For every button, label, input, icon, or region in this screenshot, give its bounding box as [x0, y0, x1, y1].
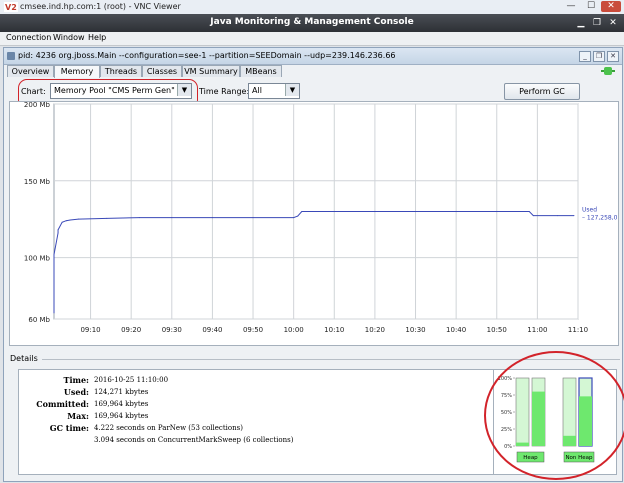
app-title: Java Monitoring & Management Console — [210, 17, 414, 27]
connection-status-icon — [601, 67, 615, 75]
used-data-point — [53, 312, 55, 314]
memory-chart-panel: 09:10 09:20 09:30 09:40 09:50 10:00 10:10 10:20… — [9, 101, 624, 346]
x-tick-label: 10:30 — [405, 326, 425, 334]
menu-window[interactable]: Window — [53, 33, 85, 42]
used-data-point — [211, 217, 213, 219]
tab-mbeans[interactable]: MBeans — [240, 65, 282, 77]
vnc-logo-icon: V2 — [4, 2, 18, 12]
x-tick-label: 10:50 — [487, 326, 507, 334]
used-data-point — [138, 217, 140, 219]
connection-title: pid: 4236 org.jboss.Main --configuration… — [18, 51, 396, 60]
x-tick-label: 11:10 — [568, 326, 588, 334]
x-tick-label: 09:10 — [80, 326, 100, 334]
app-minimize-icon[interactable]: ▁ — [576, 18, 586, 28]
used-data-point — [528, 211, 530, 212]
frame-icon — [7, 52, 15, 60]
gc-time-parnew: 4.222 seconds on ParNew (53 collections) — [94, 424, 243, 432]
tab-threads[interactable]: Threads — [100, 65, 142, 77]
used-data-point — [106, 217, 108, 219]
used-data-point — [77, 218, 79, 220]
x-tick-label: 09:40 — [202, 326, 222, 334]
max-label: Max: — [67, 411, 89, 421]
minimize-button[interactable]: — — [562, 1, 580, 12]
time-range-select[interactable]: All ▼ — [248, 83, 300, 99]
app-restore-icon[interactable]: ❐ — [592, 18, 602, 28]
used-label: Used: — [63, 387, 89, 397]
committed-value: 169,964 kbytes — [94, 400, 149, 408]
tab-overview[interactable]: Overview — [7, 65, 54, 77]
close-button[interactable]: ✕ — [601, 1, 621, 12]
vnc-window-title: cmsee.ind.hp.com:1 (root) - VNC Viewer — [20, 2, 181, 11]
used-data-point — [455, 211, 457, 212]
frame-restore-icon[interactable]: ❐ — [593, 51, 605, 62]
y-tick-label: 150 Mb — [24, 178, 51, 186]
used-data-point — [252, 217, 254, 219]
details-panel: Time: 2016-10-25 11:10:00 Used: 124,271 … — [18, 369, 495, 475]
used-data-point — [293, 217, 295, 219]
used-data-point — [57, 229, 59, 231]
used-data-point — [171, 217, 173, 219]
used-data-point — [532, 215, 534, 217]
app-title-bar: Java Monitoring & Management Console ▁ ❐… — [0, 14, 624, 32]
connection-frame: pid: 4236 org.jboss.Main --configuration… — [3, 47, 624, 482]
series-end-label-name: Used — [582, 207, 597, 214]
frame-minimize-icon[interactable]: _ — [579, 51, 591, 62]
used-data-point — [57, 232, 59, 234]
x-tick-label: 11:00 — [527, 326, 547, 334]
used-data-point — [53, 254, 55, 255]
time-label: Time: — [63, 375, 90, 385]
used-data-point — [65, 220, 67, 222]
menu-connection[interactable]: Connection — [6, 33, 51, 42]
time-value: 2016-10-25 11:10:00 — [94, 376, 169, 384]
x-tick-label: 09:50 — [243, 326, 263, 334]
chevron-down-icon[interactable]: ▼ — [285, 84, 299, 96]
tab-memory[interactable]: Memory — [54, 65, 100, 78]
memory-chart: 09:10 09:20 09:30 09:40 09:50 10:00 10:10 10:20… — [24, 101, 624, 334]
svg-text:V2: V2 — [5, 3, 17, 12]
menu-bar: Connection Window Help — [0, 32, 624, 46]
used-data-point — [301, 211, 303, 212]
x-tick-label: 10:40 — [446, 326, 466, 334]
used-value: 124,271 kbytes — [94, 388, 149, 396]
used-data-point — [69, 219, 71, 221]
x-tick-label: 10:10 — [324, 326, 344, 334]
time-range-label: Time Range: — [199, 87, 250, 96]
y-tick-label: 100 Mb — [24, 255, 51, 263]
x-tick-label: 09:20 — [121, 326, 141, 334]
used-data-point — [573, 215, 575, 217]
x-tick-label: 10:20 — [365, 326, 385, 334]
time-range-value: All — [252, 86, 262, 95]
gc-time-cms: 3.094 seconds on ConcurrentMarkSweep (6 … — [94, 436, 294, 444]
tab-bar: Overview Memory Threads Classes VM Summa… — [7, 65, 619, 78]
used-data-point — [374, 211, 376, 212]
maximize-button[interactable]: ☐ — [582, 1, 600, 12]
app-close-icon[interactable]: ✕ — [608, 18, 618, 28]
details-header: Details — [10, 354, 38, 363]
x-tick-label: 10:00 — [284, 326, 304, 334]
used-data-point — [61, 221, 63, 223]
perform-gc-button[interactable]: Perform GC — [504, 83, 580, 100]
used-data-point — [557, 215, 559, 217]
tab-vm-summary[interactable]: VM Summary — [182, 65, 240, 77]
series-end-label-value: – 127,258,016 — [582, 215, 618, 222]
used-data-point — [297, 215, 299, 217]
menu-help[interactable]: Help — [88, 33, 106, 42]
annotation-outline-memory-bars — [484, 351, 624, 480]
tab-classes[interactable]: Classes — [142, 65, 182, 77]
frame-close-icon[interactable]: ✕ — [607, 51, 619, 62]
x-tick-label: 09:30 — [162, 326, 182, 334]
connection-title-bar: pid: 4236 org.jboss.Main --configuration… — [4, 48, 622, 65]
committed-label: Committed: — [36, 399, 89, 409]
vnc-title-bar: V2 cmsee.ind.hp.com:1 (root) - VNC Viewe… — [0, 0, 624, 15]
gc-time-label: GC time: — [49, 423, 89, 433]
max-value: 169,964 kbytes — [94, 412, 149, 420]
y-tick-label: 60 Mb — [28, 316, 50, 324]
y-tick-label: 200 Mb — [24, 102, 51, 109]
